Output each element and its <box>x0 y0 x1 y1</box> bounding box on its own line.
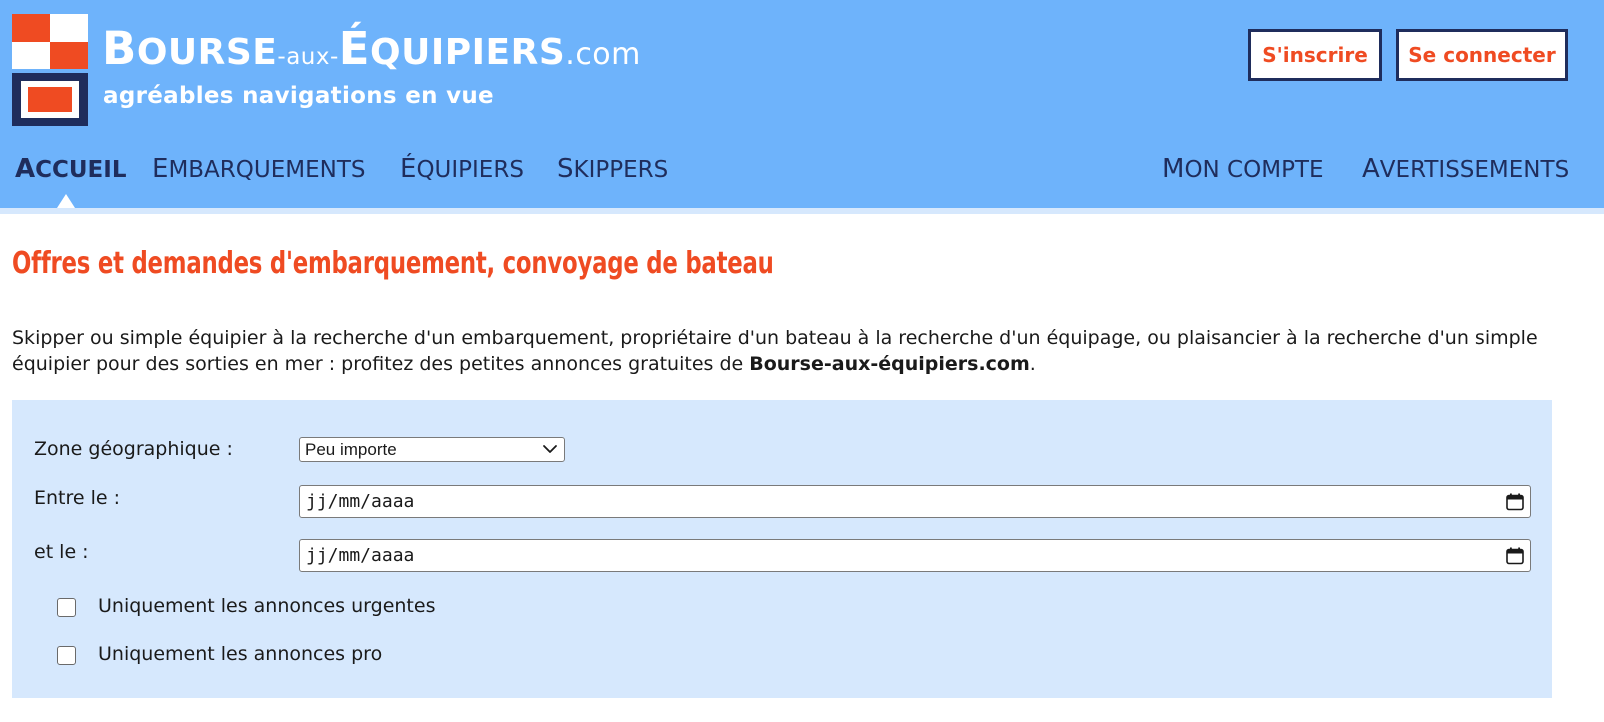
pro-only-label[interactable]: Uniquement les annonces pro <box>98 643 382 665</box>
from-date-placeholder: jj/mm/aaaa <box>306 491 415 512</box>
from-date-label: Entre le : <box>34 487 121 509</box>
nav-home-rest: CCUEIL <box>35 157 127 183</box>
brand-initial-e: É <box>338 22 371 75</box>
nav-item-home[interactable]: A CCUEIL <box>15 154 127 194</box>
intro-end: . <box>1029 353 1036 375</box>
nav-account-initial: M <box>1162 154 1185 184</box>
nav-embarkations-rest: MBARQUEMENTS <box>168 157 366 183</box>
brand-word-bourse: OURSE <box>136 32 278 73</box>
nav-item-skippers[interactable]: S KIPPERS <box>557 154 668 194</box>
site-logo[interactable] <box>12 14 88 126</box>
nav-skippers-rest: KIPPERS <box>573 157 669 183</box>
urgent-only-label[interactable]: Uniquement les annonces urgentes <box>98 595 435 617</box>
brand-name[interactable]: BOURSE-aux-ÉQUIPIERS.com <box>102 22 641 75</box>
calendar-icon[interactable] <box>1505 546 1525 566</box>
active-nav-indicator <box>57 194 75 208</box>
page-title: Offres et demandes d'embarquement, convo… <box>12 246 774 281</box>
register-button[interactable]: S'inscrire <box>1248 29 1382 81</box>
zone-label: Zone géographique : <box>34 438 233 460</box>
logo-flag-mid-left <box>12 42 50 69</box>
logo-flag-top-left <box>12 14 50 42</box>
calendar-icon[interactable] <box>1505 492 1525 512</box>
nav-home-initial: A <box>15 154 36 184</box>
to-date-label: et le : <box>34 541 89 563</box>
brand-word-aux: -aux- <box>277 44 339 70</box>
header-divider <box>0 208 1604 214</box>
brand-word-equipiers: QUIPIERS <box>370 32 566 73</box>
nav-item-crew[interactable]: É QUIPIERS <box>400 154 524 194</box>
logo-flag-mid-right <box>50 42 88 69</box>
login-button[interactable]: Se connecter <box>1396 29 1568 81</box>
logo-flag-bottom-core <box>28 87 72 112</box>
nav-crew-initial: É <box>400 154 417 184</box>
pro-only-checkbox[interactable] <box>57 646 76 665</box>
intro-paragraph: Skipper ou simple équipier à la recherch… <box>12 325 1582 377</box>
brand-initial-b: B <box>102 22 137 75</box>
zone-select-value: Peu importe <box>305 439 397 459</box>
nav-account-rest: ON COMPTE <box>1184 157 1324 183</box>
site-header: BOURSE-aux-ÉQUIPIERS.com agréables navig… <box>0 0 1604 208</box>
to-date-placeholder: jj/mm/aaaa <box>306 545 415 566</box>
chevron-down-icon <box>543 445 557 453</box>
urgent-only-checkbox[interactable] <box>57 598 76 617</box>
intro-site-name: Bourse-aux-équipiers.com <box>749 353 1030 375</box>
nav-crew-rest: QUIPIERS <box>416 157 524 183</box>
to-date-input[interactable]: jj/mm/aaaa <box>299 539 1531 572</box>
nav-item-embarkations[interactable]: E MBARQUEMENTS <box>152 154 365 194</box>
brand-domain: .com <box>565 37 641 72</box>
from-date-input[interactable]: jj/mm/aaaa <box>299 485 1531 518</box>
nav-item-alerts[interactable]: A VERTISSEMENTS <box>1362 154 1569 194</box>
nav-alerts-rest: VERTISSEMENTS <box>1379 157 1570 183</box>
nav-skippers-initial: S <box>557 154 574 184</box>
nav-alerts-initial: A <box>1362 154 1380 184</box>
zone-select[interactable]: Peu importe <box>299 437 565 462</box>
nav-item-account[interactable]: M ON COMPTE <box>1162 154 1324 194</box>
nav-embarkations-initial: E <box>152 154 169 184</box>
logo-flag-top-right <box>50 14 88 42</box>
brand-tagline: agréables navigations en vue <box>103 83 494 109</box>
